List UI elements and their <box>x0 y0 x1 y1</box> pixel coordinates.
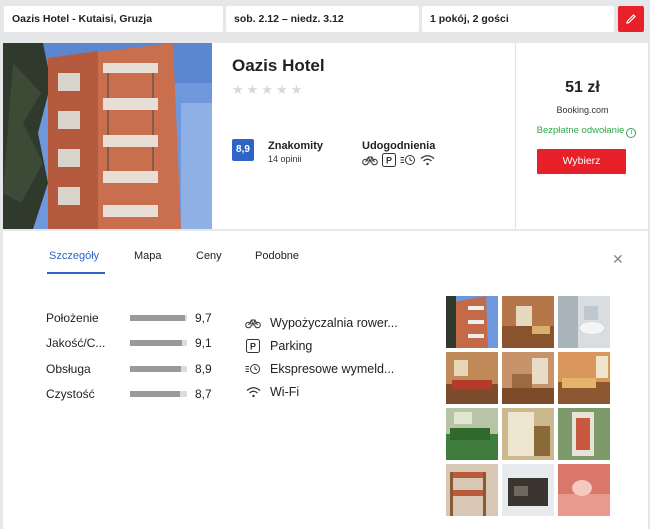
tab-details[interactable]: Szczegóły <box>49 250 99 262</box>
gallery-thumb[interactable] <box>558 296 610 348</box>
facility-item: Ekspresowe wymeld... <box>244 360 394 378</box>
parking-icon: P <box>244 338 262 354</box>
rating-value: 9,1 <box>195 336 212 350</box>
rating-bar <box>130 391 187 397</box>
gallery-thumb[interactable] <box>502 296 554 348</box>
close-icon[interactable]: ✕ <box>612 251 624 268</box>
facility-item: Wypożyczalnia rower... <box>244 314 398 332</box>
guests-field[interactable]: 1 pokój, 2 gości <box>422 6 614 32</box>
tab-prices[interactable]: Ceny <box>196 250 222 262</box>
amenities-icons: P <box>362 153 435 167</box>
free-cancellation: Bezpłatne odwołanie i <box>524 125 649 138</box>
amenities-label: Udogodnienia <box>362 140 436 152</box>
wifi-icon <box>244 384 262 400</box>
rating-row: Czystość 8,7 <box>3 385 233 405</box>
pencil-icon <box>626 14 636 24</box>
svg-text:P: P <box>250 342 256 352</box>
info-icon[interactable]: i <box>626 128 637 138</box>
rating-name: Jakość/C... <box>46 336 106 350</box>
free-cancellation-label: Bezpłatne odwołanie <box>536 125 625 136</box>
rating-row: Obsługa 8,9 <box>3 360 233 380</box>
facility-label: Ekspresowe wymeld... <box>270 362 395 376</box>
dates-field[interactable]: sob. 2.12 – niedz. 3.12 <box>226 6 419 32</box>
tab-map[interactable]: Mapa <box>134 250 162 262</box>
rating-name: Czystość <box>46 387 95 401</box>
star-rating: ★★★★★ <box>232 82 306 97</box>
express-checkout-icon <box>400 154 416 166</box>
review-count[interactable]: 14 opinii <box>268 154 302 164</box>
score-label[interactable]: Znakomity <box>268 140 323 152</box>
bicycle-icon <box>362 154 378 166</box>
select-button[interactable]: Wybierz <box>537 149 626 174</box>
rating-bar <box>130 340 187 346</box>
rating-bar <box>130 315 187 321</box>
edit-search-button[interactable] <box>618 6 644 32</box>
hotel-name[interactable]: Oazis Hotel <box>232 56 325 76</box>
hotel-card: Oazis Hotel ★★★★★ 8,9 Znakomity 14 opini… <box>3 43 648 529</box>
svg-text:P: P <box>386 156 392 166</box>
offer-column: 51 zł Booking.com Bezpłatne odwołanie i W… <box>515 43 648 229</box>
score-badge: 8,9 <box>232 139 254 161</box>
gallery-thumb[interactable] <box>558 408 610 460</box>
gallery-thumb[interactable] <box>502 464 554 516</box>
gallery-thumb[interactable] <box>502 352 554 404</box>
gallery-thumb[interactable] <box>446 464 498 516</box>
gallery-thumb[interactable] <box>558 464 610 516</box>
facility-item: P Parking <box>244 337 312 355</box>
rating-row: Jakość/C... 9,1 <box>3 334 233 354</box>
facility-label: Wypożyczalnia rower... <box>270 316 398 330</box>
destination-field[interactable]: Oazis Hotel - Kutaisi, Gruzja <box>4 6 223 32</box>
express-checkout-icon <box>244 361 262 377</box>
price[interactable]: 51 zł <box>516 79 649 97</box>
rating-name: Obsługa <box>46 362 91 376</box>
rating-value: 8,9 <box>195 362 212 376</box>
parking-icon: P <box>382 153 396 167</box>
hotel-main-photo[interactable] <box>3 43 212 229</box>
rating-row: Położenie 9,7 <box>3 309 233 329</box>
rating-value: 9,7 <box>195 311 212 325</box>
hotel-info: Oazis Hotel ★★★★★ 8,9 Znakomity 14 opini… <box>212 43 515 229</box>
facility-label: Parking <box>270 339 313 353</box>
detail-tabs: Szczegóły Mapa Ceny Podobne ✕ <box>3 231 648 276</box>
wifi-icon <box>420 154 435 166</box>
rating-name: Położenie <box>46 311 99 325</box>
active-tab-indicator <box>47 272 105 274</box>
gallery-thumb[interactable] <box>502 408 554 460</box>
rating-value: 8,7 <box>195 387 212 401</box>
bicycle-icon <box>244 315 262 331</box>
gallery-thumb[interactable] <box>446 352 498 404</box>
search-bar: Oazis Hotel - Kutaisi, Gruzja sob. 2.12 … <box>0 0 650 38</box>
rating-bar <box>130 366 187 372</box>
gallery-thumb[interactable] <box>446 296 498 348</box>
tab-similar[interactable]: Podobne <box>255 250 299 262</box>
facility-item: Wi-Fi <box>244 383 299 401</box>
gallery-thumb[interactable] <box>446 408 498 460</box>
facility-label: Wi-Fi <box>270 385 300 399</box>
gallery-thumb[interactable] <box>558 352 610 404</box>
provider-name: Booking.com <box>556 105 609 115</box>
